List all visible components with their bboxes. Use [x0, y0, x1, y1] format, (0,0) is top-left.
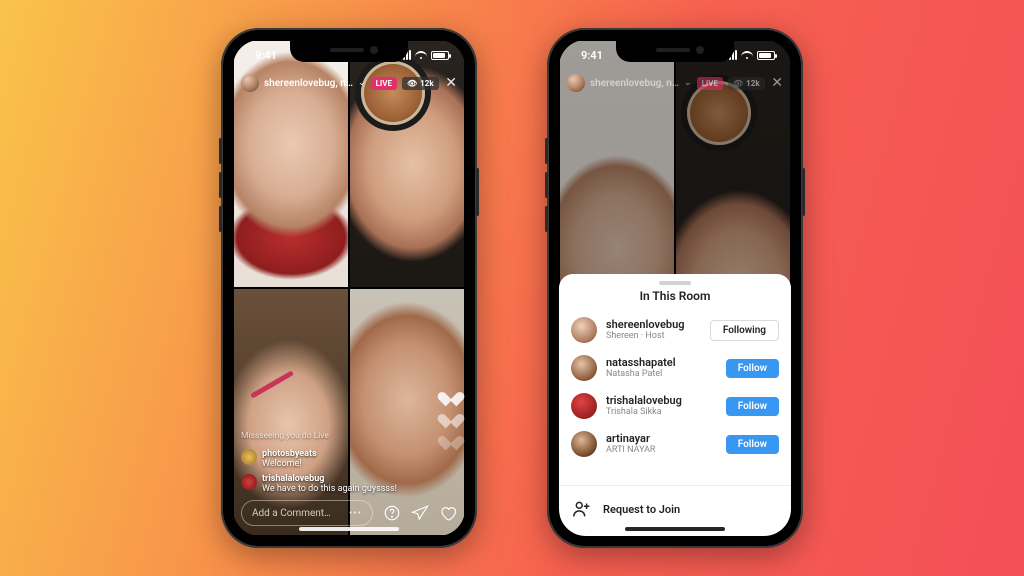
following-button[interactable]: Following	[710, 320, 779, 341]
host-username[interactable]: shereenlovebug, n…	[264, 78, 353, 89]
comment-row: trishalalovebugWe have to do this again …	[241, 474, 425, 494]
participant-username[interactable]: artinayar	[606, 432, 717, 445]
sheet-title: In This Room	[559, 289, 791, 303]
participant-username[interactable]: trishalalovebug	[606, 394, 717, 407]
participant-avatar[interactable]	[571, 355, 597, 381]
eye-icon: 👁	[407, 79, 417, 88]
like-icon[interactable]	[439, 504, 457, 522]
wifi-icon	[415, 50, 427, 60]
comment-text: We have to do this again guyssss!	[262, 484, 397, 494]
separator	[559, 485, 791, 486]
notch	[616, 40, 734, 62]
home-indicator	[299, 527, 399, 531]
follow-button[interactable]: Follow	[726, 435, 779, 454]
heart-icon	[443, 386, 459, 402]
commenter-username[interactable]: photosbyeats	[262, 449, 317, 459]
commenter-username[interactable]: trishalalovebug	[262, 474, 397, 484]
participant-username[interactable]: natasshapatel	[606, 356, 717, 369]
comment-placeholder: Add a Comment…	[252, 508, 331, 519]
phone-mockup-live: 9:41 shereenlovebug, n… ⌄ LIVE 👁12k ✕	[221, 28, 477, 548]
wifi-icon	[741, 50, 753, 60]
heart-icon	[443, 430, 459, 446]
home-indicator	[625, 527, 725, 531]
battery-icon	[431, 51, 449, 60]
promo-stage: 9:41 shereenlovebug, n… ⌄ LIVE 👁12k ✕	[0, 0, 1024, 576]
participant-avatar[interactable]	[571, 393, 597, 419]
follow-button[interactable]: Follow	[726, 359, 779, 378]
status-time: 9:41	[255, 49, 277, 62]
viewer-count-badge[interactable]: 👁12k	[728, 77, 765, 90]
phone-mockup-sheet: 9:41 shereenlovebug, n… ⌄ LIVE 👁12k ✕	[547, 28, 803, 548]
host-avatar[interactable]	[241, 74, 259, 92]
live-header: shereenlovebug, n… ⌄ LIVE 👁12k ✕	[559, 70, 791, 96]
participant-row: shereenlovebugShereen · Host Following	[559, 311, 791, 349]
comment-row: photosbyeatsWelcome!	[241, 449, 425, 469]
participant-avatar[interactable]	[571, 431, 597, 457]
live-header: shereenlovebug, n… ⌄ LIVE 👁12k ✕	[233, 70, 465, 96]
status-time: 9:41	[581, 49, 603, 62]
participant-subtitle: Shereen · Host	[606, 331, 701, 342]
sheet-handle[interactable]	[659, 281, 691, 285]
notch	[290, 40, 408, 62]
viewer-count-badge[interactable]: 👁12k	[402, 77, 439, 90]
close-icon[interactable]: ✕	[445, 75, 457, 91]
screen-live: 9:41 shereenlovebug, n… ⌄ LIVE 👁12k ✕	[233, 40, 465, 536]
comment-input[interactable]: Add a Comment… •••	[241, 500, 373, 526]
screen-sheet: 9:41 shereenlovebug, n… ⌄ LIVE 👁12k ✕	[559, 40, 791, 536]
more-options-icon[interactable]: •••	[349, 508, 362, 519]
share-icon[interactable]	[411, 504, 429, 522]
participants-sheet: In This Room shereenlovebugShereen · Hos…	[559, 274, 791, 536]
host-avatar[interactable]	[567, 74, 585, 92]
heart-icon	[443, 408, 459, 424]
chevron-down-icon[interactable]: ⌄	[358, 78, 366, 88]
request-join-label: Request to Join	[603, 503, 680, 516]
eye-icon: 👁	[733, 79, 743, 88]
battery-icon	[757, 51, 775, 60]
participant-subtitle: Natasha Patel	[606, 369, 717, 380]
live-badge: LIVE	[697, 77, 723, 90]
comment-text: Welcome!	[262, 459, 317, 469]
participant-subtitle: ARTI NAYAR	[606, 445, 717, 456]
participants-list[interactable]: shereenlovebugShereen · Host Following n…	[559, 311, 791, 483]
request-join-icon	[571, 498, 593, 520]
follow-button[interactable]: Follow	[726, 397, 779, 416]
commenter-avatar[interactable]	[241, 449, 257, 465]
participant-row: artinayarARTI NAYAR Follow	[559, 425, 791, 463]
commenter-avatar[interactable]	[241, 474, 257, 490]
participant-avatar[interactable]	[571, 317, 597, 343]
live-badge: LIVE	[371, 77, 397, 90]
live-footer: Add a Comment… •••	[233, 498, 465, 528]
system-message: Missseeing you do Live	[241, 431, 425, 441]
participant-row: trishalalovebugTrishala Sikka Follow	[559, 387, 791, 425]
host-username[interactable]: shereenlovebug, n…	[590, 78, 679, 89]
floating-reactions	[443, 386, 459, 446]
participant-username[interactable]: shereenlovebug	[606, 318, 701, 331]
live-comments[interactable]: Missseeing you do Live photosbyeatsWelco…	[241, 431, 425, 494]
participant-subtitle: Trishala Sikka	[606, 407, 717, 418]
question-icon[interactable]	[383, 504, 401, 522]
close-icon[interactable]: ✕	[771, 75, 783, 91]
participant-row: natasshapatelNatasha Patel Follow	[559, 349, 791, 387]
chevron-down-icon[interactable]: ⌄	[684, 78, 692, 88]
